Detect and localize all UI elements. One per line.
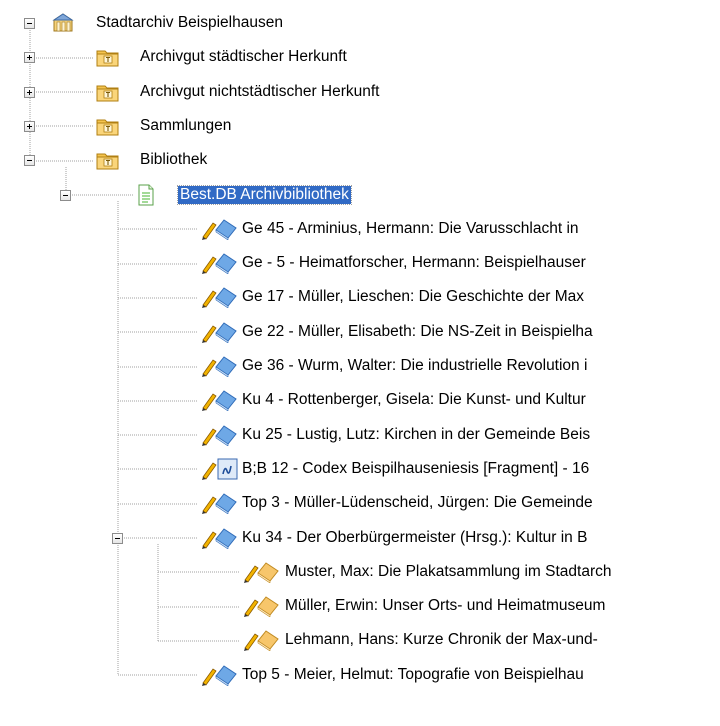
archive-tree-view[interactable]: Stadtarchiv Beispielhausen Archivgut stä… — [0, 0, 720, 726]
tektonik-folder-icon — [96, 46, 120, 73]
tree-row[interactable]: Bibliothek — [0, 148, 720, 172]
tree-row[interactable]: Müller, Erwin: Unser Orts- und Heimatmus… — [0, 594, 720, 618]
collapse-root-button[interactable] — [24, 18, 35, 29]
expand-button[interactable] — [24, 86, 35, 98]
book-icon — [200, 218, 238, 245]
tree-row[interactable]: Ge - 5 - Heimatforscher, Hermann: Beispi… — [0, 251, 720, 275]
book-icon — [200, 424, 238, 451]
tree-row-label: Ge 36 - Wurm, Walter: Die industrielle R… — [242, 357, 588, 374]
collapse-button[interactable] — [112, 532, 123, 544]
tree-row-label: Bibliothek — [140, 151, 208, 169]
book-icon — [200, 389, 238, 416]
tree-row-label: Ge - 5 - Heimatforscher, Hermann: Beispi… — [242, 254, 586, 272]
article-icon — [242, 595, 280, 622]
manuscript-icon — [200, 458, 238, 485]
tektonik-folder-icon — [96, 81, 120, 108]
tree-row-label: Ku 4 - Rottenberger, Gisela: Die Kunst- … — [242, 391, 586, 409]
tree-row[interactable]: Ku 4 - Rottenberger, Gisela: Die Kunst- … — [0, 388, 720, 412]
tree-row-label: Sammlungen — [140, 116, 232, 134]
article-icon — [242, 629, 280, 656]
tree-row[interactable]: Lehmann, Hans: Kurze Chronik der Max-und… — [0, 628, 720, 652]
tree-row-label: Ge 17 - Müller, Lieschen: Die Geschichte… — [242, 288, 585, 306]
tree-row-label: Müller, Erwin: Unser Orts- und Heimatmus… — [285, 597, 606, 615]
collapse-button[interactable] — [60, 189, 71, 201]
tree-row[interactable]: Top 3 - Müller-Lüdenscheid, Jürgen: Die … — [0, 491, 720, 515]
tree-row-label: Muster, Max: Die Plakatsammlung im Stadt… — [285, 562, 612, 580]
tree-row-label: Ku 25 - Lustig, Lutz: Kirchen in der Gem… — [242, 425, 591, 443]
tektonik-folder-icon — [96, 149, 120, 176]
tree-row[interactable]: Archivgut nichtstädtischer Herkunft — [0, 80, 720, 104]
book-icon — [200, 252, 238, 279]
tree-root-row[interactable]: Stadtarchiv Beispielhausen — [0, 11, 720, 35]
book-icon — [200, 286, 238, 313]
tree-row[interactable]: Muster, Max: Die Plakatsammlung im Stadt… — [0, 560, 720, 584]
tree-row-label: Archivgut städtischer Herkunft — [140, 48, 347, 66]
tree-row-label: Ku 34 - Der Oberbürgermeister (Hrsg.): K… — [242, 528, 588, 546]
tree-row[interactable]: B;B 12 - Codex Beispilhauseniesis [Fragm… — [0, 457, 720, 481]
collapse-button[interactable] — [24, 155, 35, 167]
tree-row[interactable]: Top 5 - Meier, Helmut: Topografie von Be… — [0, 663, 720, 687]
tektonik-folder-icon — [96, 115, 120, 142]
tree-row[interactable]: Ge 36 - Wurm, Walter: Die industrielle R… — [0, 354, 720, 378]
article-icon — [242, 561, 280, 588]
tree-row[interactable]: Archivgut städtischer Herkunft — [0, 45, 720, 69]
tree-row-label: B;B 12 - Codex Beispilhauseniesis [Fragm… — [242, 459, 590, 477]
database-document-icon — [136, 184, 156, 211]
tree-row[interactable]: Best.DB Archivbibliothek — [0, 183, 720, 207]
tree-row[interactable]: Ge 17 - Müller, Lieschen: Die Geschichte… — [0, 285, 720, 309]
tree-row-label: Ge 22 - Müller, Elisabeth: Die NS-Zeit i… — [242, 322, 593, 340]
tree-row-label: Archivgut nichtstädtischer Herkunft — [140, 82, 380, 100]
expand-button[interactable] — [24, 52, 35, 64]
tree-row[interactable]: Sammlungen — [0, 114, 720, 138]
tree-row[interactable]: Ku 25 - Lustig, Lutz: Kirchen in der Gem… — [0, 423, 720, 447]
tree-root-label: Stadtarchiv Beispielhausen — [96, 14, 283, 31]
tree-row-label: Top 3 - Müller-Lüdenscheid, Jürgen: Die … — [242, 494, 593, 512]
book-icon — [200, 321, 238, 348]
book-icon — [200, 664, 238, 691]
expand-button[interactable] — [24, 120, 35, 132]
book-icon — [200, 355, 238, 382]
archive-building-icon — [52, 12, 74, 39]
tree-row-label-selected: Best.DB Archivbibliothek — [177, 184, 352, 205]
tree-row[interactable]: Ge 45 - Arminius, Hermann: Die Varusschl… — [0, 217, 720, 241]
tree-row-label: Lehmann, Hans: Kurze Chronik der Max-und… — [285, 631, 598, 649]
tree-row-label: Ge 45 - Arminius, Hermann: Die Varusschl… — [242, 219, 579, 237]
tree-row-label: Top 5 - Meier, Helmut: Topografie von Be… — [242, 665, 584, 683]
tree-row[interactable]: Ge 22 - Müller, Elisabeth: Die NS-Zeit i… — [0, 320, 720, 344]
tree-row[interactable]: Ku 34 - Der Oberbürgermeister (Hrsg.): K… — [0, 526, 720, 550]
book-icon — [200, 492, 238, 519]
book-icon — [200, 527, 238, 554]
